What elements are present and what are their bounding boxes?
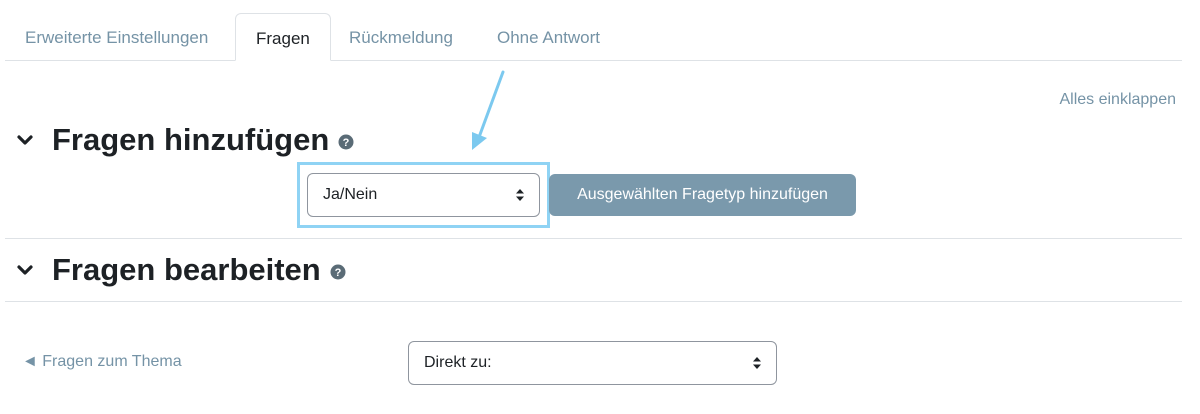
tab-rueckmeldung[interactable]: Rückmeldung	[329, 13, 473, 60]
select-caret-icon	[516, 189, 524, 201]
svg-text:?: ?	[343, 137, 350, 149]
tab-bar: Erweiterte Einstellungen Fragen Rückmeld…	[5, 0, 1182, 61]
tab-erweiterte-einstellungen[interactable]: Erweiterte Einstellungen	[5, 13, 228, 60]
help-icon[interactable]: ?	[330, 264, 346, 280]
tab-ohne-antwort[interactable]: Ohne Antwort	[477, 13, 620, 60]
section-divider	[5, 301, 1182, 302]
section-divider	[5, 238, 1182, 239]
add-question-type-button[interactable]: Ausgewählten Fragetyp hinzufügen	[549, 174, 856, 216]
question-type-select[interactable]: Ja/Nein	[307, 173, 540, 217]
svg-text:?: ?	[334, 267, 341, 279]
add-questions-heading: Fragen hinzufügen ?	[14, 122, 354, 158]
arrow-annotation	[472, 70, 505, 150]
edit-questions-title: Fragen bearbeiten	[52, 252, 321, 287]
chevron-down-icon[interactable]	[14, 129, 36, 151]
help-icon[interactable]: ?	[338, 134, 354, 150]
add-questions-title: Fragen hinzufügen	[52, 122, 330, 157]
prev-activity-link[interactable]: ◄ Fragen zum Thema	[22, 353, 182, 371]
select-caret-icon	[753, 357, 761, 369]
edit-questions-heading: Fragen bearbeiten ?	[14, 252, 346, 288]
jump-to-select[interactable]: Direkt zu:	[408, 341, 777, 385]
chevron-down-icon[interactable]	[14, 259, 36, 281]
jump-to-select-value: Direkt zu:	[424, 354, 492, 371]
question-type-select-value: Ja/Nein	[323, 186, 378, 203]
collapse-all-link[interactable]: Alles einklappen	[1059, 91, 1176, 109]
tab-fragen[interactable]: Fragen	[235, 13, 331, 61]
